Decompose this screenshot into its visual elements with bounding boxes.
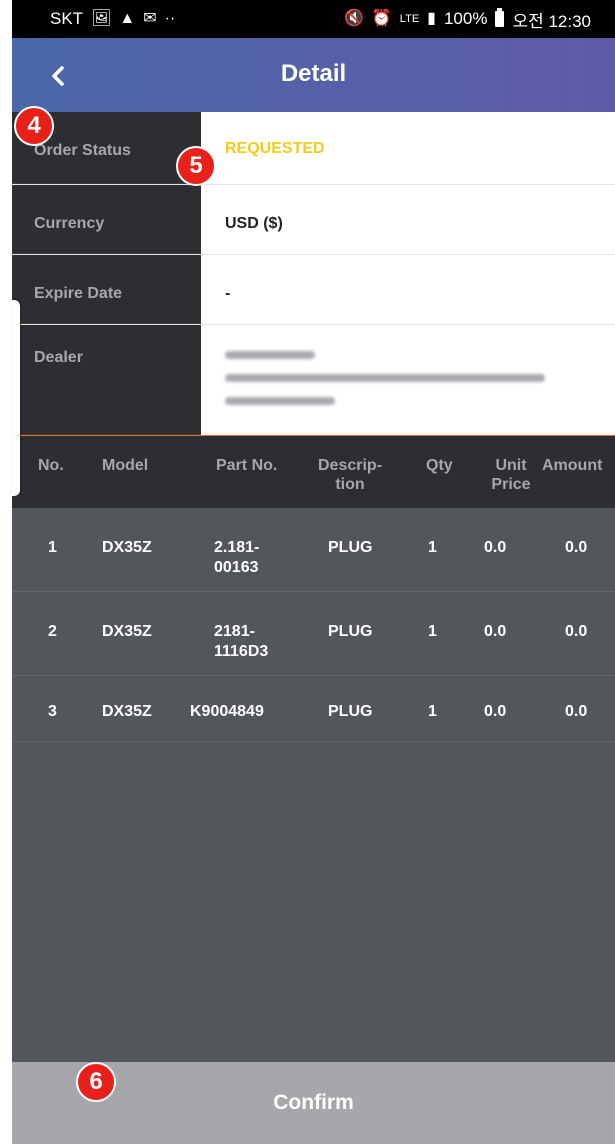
order-info-table: Order Status REQUESTED Currency USD ($) … (12, 112, 615, 439)
warning-icon: ▲ (119, 10, 136, 27)
info-row-dealer: Dealer (12, 325, 615, 435)
col-qty: Qty (426, 457, 453, 474)
page-title: Detail (280, 60, 347, 87)
cell-amount: 0.0 (565, 623, 588, 640)
cell-model: DX35Z (102, 623, 152, 640)
mail-icon: ✉ (143, 10, 157, 27)
col-amount: Amount (542, 457, 603, 474)
parts-table: No. Model Part No. Descrip- tion Qty Uni… (12, 436, 615, 742)
currency-value: USD ($) (201, 185, 615, 254)
battery-icon (495, 8, 505, 27)
app-screen: SKT 🖼 ▲ ✉ ·· 🔇 ⏰ LTE ▮ 100% 오전 12:30 Det… (12, 0, 615, 1144)
network-type: LTE (399, 13, 420, 25)
cell-description: PLUG (328, 703, 373, 720)
annotation-badge-5: 5 (176, 146, 216, 186)
col-part-no: Part No. (216, 457, 278, 474)
left-gutter (0, 0, 12, 1144)
cell-unit-price: 0.0 (484, 703, 507, 720)
col-description: Descrip- tion (318, 457, 383, 493)
cell-amount: 0.0 (565, 539, 588, 556)
cell-part-no: K9004849 (190, 703, 264, 720)
cell-qty: 1 (428, 623, 437, 640)
dealer-value-redacted (201, 325, 615, 435)
status-bar: SKT 🖼 ▲ ✉ ·· 🔇 ⏰ LTE ▮ 100% 오전 12:30 (12, 0, 615, 38)
cell-qty: 1 (428, 539, 437, 556)
cell-no: 1 (48, 539, 57, 556)
cell-amount: 0.0 (565, 703, 588, 720)
more-notifications-icon: ·· (164, 10, 176, 27)
alarm-icon: ⏰ (371, 10, 392, 27)
mute-icon: 🔇 (343, 10, 364, 27)
app-header: Detail (12, 38, 615, 112)
cell-model: DX35Z (102, 539, 152, 556)
annotation-badge-6: 6 (76, 1062, 116, 1102)
signal-icon: ▮ (427, 10, 436, 27)
info-row-currency: Currency USD ($) (12, 185, 615, 255)
redacted-dealer-address (225, 374, 545, 382)
col-no: No. (38, 457, 64, 474)
annotation-badge-4: 4 (14, 106, 54, 146)
order-status-value: REQUESTED (201, 112, 615, 184)
expire-date-value: - (201, 255, 615, 324)
dealer-label: Dealer (12, 325, 201, 435)
parts-table-header: No. Model Part No. Descrip- tion Qty Uni… (12, 436, 615, 508)
cell-no: 2 (48, 623, 57, 640)
drawer-edge-handle[interactable] (12, 300, 20, 496)
cell-model: DX35Z (102, 703, 152, 720)
battery-percent: 100% (443, 9, 488, 28)
cell-part-no: 2.181- 00163 (214, 539, 260, 576)
cell-description: PLUG (328, 623, 373, 640)
gallery-icon: 🖼 (91, 10, 112, 27)
info-row-order-status: Order Status REQUESTED (12, 112, 615, 185)
redacted-dealer-name (225, 351, 315, 359)
col-model: Model (102, 457, 149, 474)
table-row[interactable]: 3 DX35Z K9004849 PLUG 1 0.0 0.0 (12, 676, 615, 742)
cell-description: PLUG (328, 539, 373, 556)
cell-unit-price: 0.0 (484, 623, 507, 640)
cell-part-no: 2181- 1116D3 (214, 623, 269, 660)
redacted-dealer-phone (225, 397, 335, 405)
carrier-label: SKT (50, 9, 84, 28)
col-unit-price: Unit Price (491, 457, 531, 493)
clock: 오전 12:30 (512, 11, 591, 31)
currency-label: Currency (12, 185, 201, 254)
cell-qty: 1 (428, 703, 437, 720)
info-row-expire-date: Expire Date - (12, 255, 615, 325)
table-row[interactable]: 1 DX35Z 2.181- 00163 PLUG 1 0.0 0.0 (12, 508, 615, 592)
table-row[interactable]: 2 DX35Z 2181- 1116D3 PLUG 1 0.0 0.0 (12, 592, 615, 676)
cell-no: 3 (48, 703, 57, 720)
cell-unit-price: 0.0 (484, 539, 507, 556)
expire-date-label: Expire Date (12, 255, 201, 324)
